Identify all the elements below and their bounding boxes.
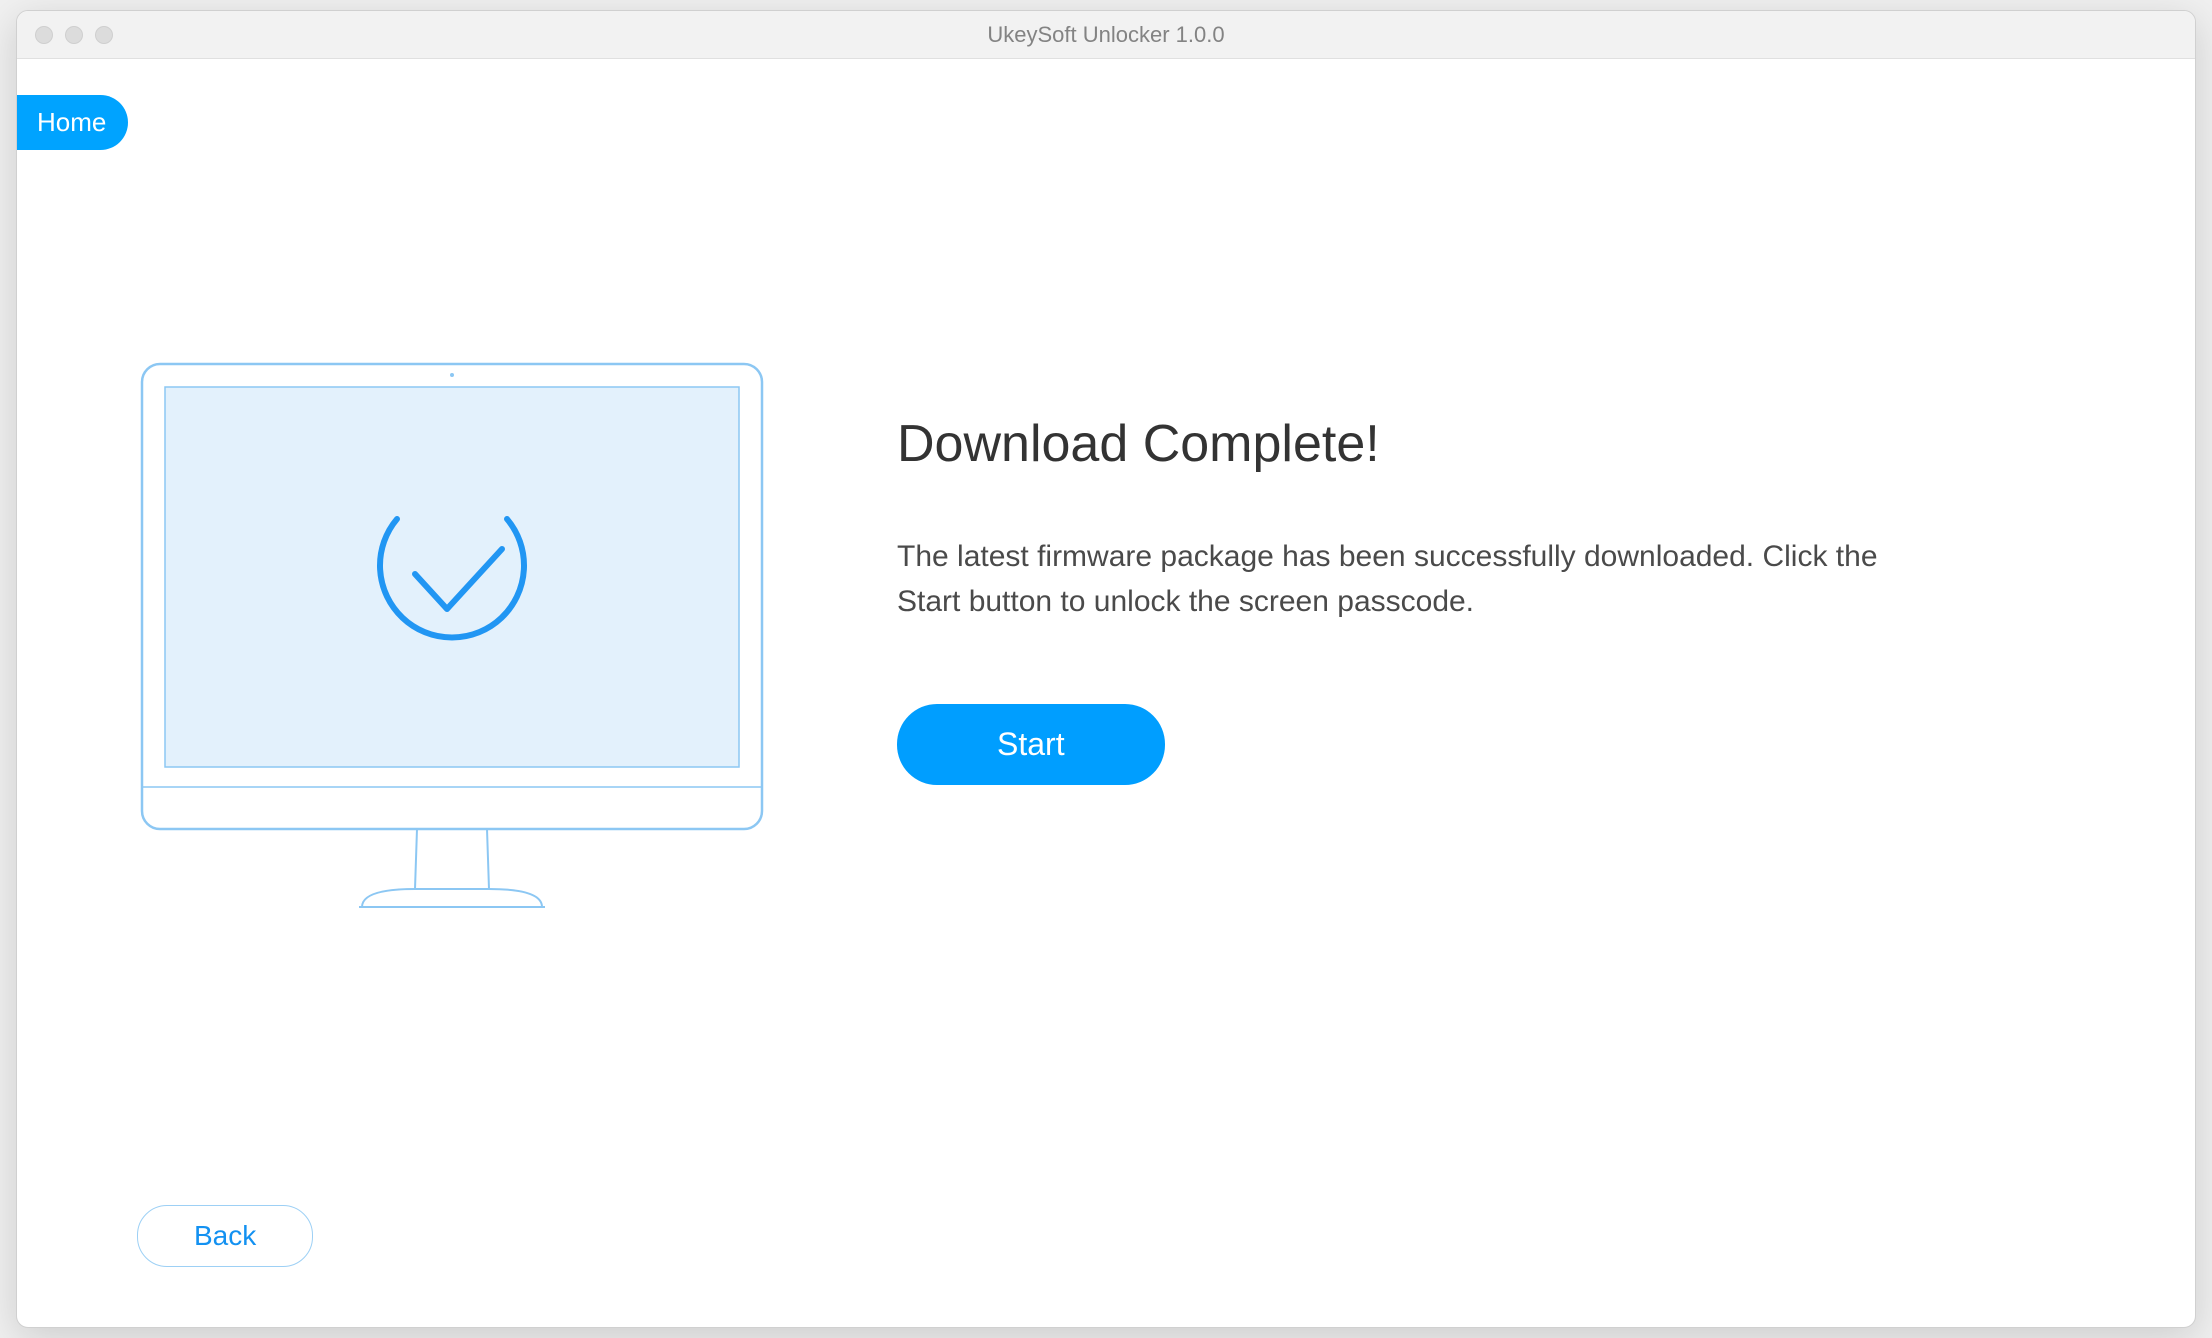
traffic-lights xyxy=(17,26,113,44)
monitor-icon xyxy=(137,359,767,929)
monitor-complete-illustration xyxy=(137,359,767,934)
home-button[interactable]: Home xyxy=(17,95,128,150)
content-area: Home xyxy=(17,59,2195,1327)
close-traffic-light[interactable] xyxy=(35,26,53,44)
back-button[interactable]: Back xyxy=(137,1205,313,1267)
start-button[interactable]: Start xyxy=(897,704,1165,785)
window-title: UkeySoft Unlocker 1.0.0 xyxy=(987,22,1224,48)
app-window: UkeySoft Unlocker 1.0.0 Home xyxy=(16,10,2196,1328)
zoom-traffic-light[interactable] xyxy=(95,26,113,44)
page-heading: Download Complete! xyxy=(897,414,1897,474)
description-text: The latest firmware package has been suc… xyxy=(897,534,1897,624)
titlebar: UkeySoft Unlocker 1.0.0 xyxy=(17,11,2195,59)
main-area: Download Complete! The latest firmware p… xyxy=(17,59,2195,934)
right-content: Download Complete! The latest firmware p… xyxy=(897,359,1897,934)
minimize-traffic-light[interactable] xyxy=(65,26,83,44)
